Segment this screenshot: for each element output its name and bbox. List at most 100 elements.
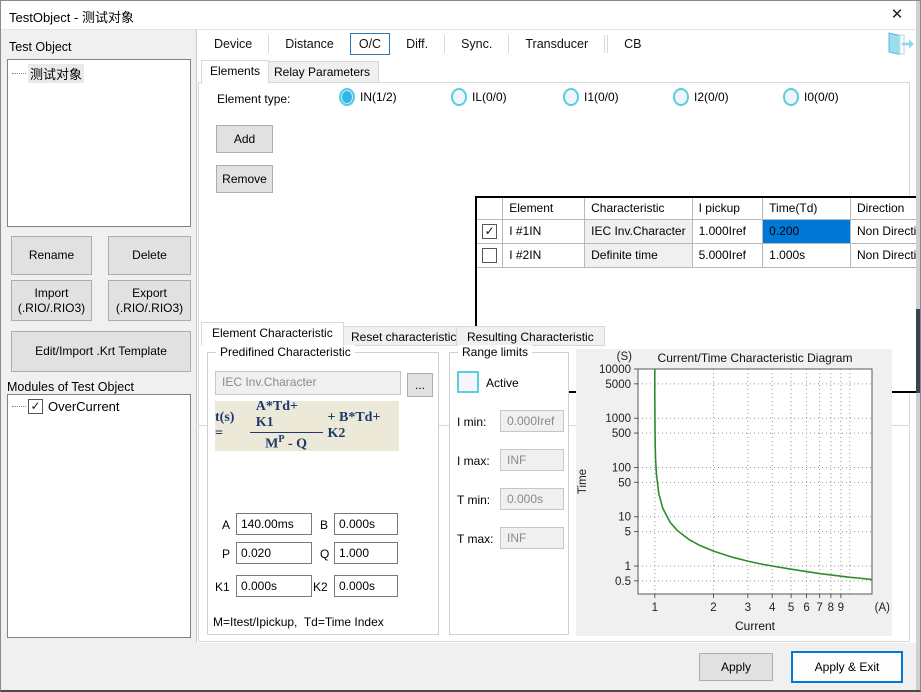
svg-text:5: 5 (625, 527, 631, 539)
row1-direction[interactable]: Non Directional (850, 219, 921, 243)
testobject-dialog: TestObject - 测试对象 ✕ Test Object 测试对象 Ren… (0, 0, 921, 692)
tab-reset-characteristic[interactable]: Reset characteristic (340, 326, 467, 346)
header-i-pickup: I pickup (692, 198, 763, 219)
row1-element[interactable]: I #1IN (503, 219, 585, 243)
header-element: Element (503, 198, 585, 219)
tab-sync[interactable]: Sync. (455, 33, 498, 55)
param-k1-input[interactable] (236, 575, 312, 597)
table-header-row: Element Characteristic I pickup Time(Td)… (477, 198, 921, 219)
row2-characteristic[interactable]: Definite time (585, 243, 692, 267)
browse-characteristic-button[interactable]: ... (407, 373, 433, 397)
tree-item-test-object[interactable]: 测试对象 (8, 60, 190, 83)
delete-button[interactable]: Delete (108, 236, 191, 275)
header-select (477, 198, 503, 219)
table-row[interactable]: I #2IN Definite time 5.000Iref 1.000s No… (477, 243, 921, 267)
row1-time-td[interactable]: 0.200 (763, 219, 851, 243)
svg-text:10000: 10000 (599, 364, 631, 376)
radio-in[interactable]: IN(1/2) (339, 88, 397, 106)
active-checkbox[interactable] (457, 371, 479, 393)
test-object-header: Test Object (9, 40, 72, 54)
param-p-input[interactable] (236, 542, 312, 564)
param-k2-input[interactable] (334, 575, 398, 597)
overcurrent-label: OverCurrent (48, 399, 120, 414)
predefined-characteristic-title: Predifined Characteristic (216, 345, 355, 359)
radio-i0-icon (783, 88, 799, 106)
tab-elements[interactable]: Elements (201, 60, 269, 84)
param-k1-label: K1 (215, 580, 230, 594)
formula-note: M=Itest/Ipickup, Td=Time Index (213, 615, 384, 629)
remove-button[interactable]: Remove (216, 165, 273, 193)
tab-resulting-characteristic[interactable]: Resulting Characteristic (456, 326, 605, 346)
close-icon[interactable]: ✕ (886, 5, 908, 25)
row2-time-td[interactable]: 1.000s (763, 243, 851, 267)
radio-i0[interactable]: I0(0/0) (783, 88, 839, 106)
current-time-characteristic-chart: 10000500010005001005010510.5123456789Cur… (576, 349, 892, 636)
tab-separator (604, 35, 605, 53)
formula-denominator: MP - Q (265, 433, 307, 453)
title-bar: TestObject - 测试对象 ✕ (1, 1, 921, 29)
param-b-input[interactable] (334, 513, 398, 535)
row1-characteristic[interactable]: IEC Inv.Character (585, 219, 692, 243)
radio-il-icon (451, 88, 467, 106)
tree-item-overcurrent[interactable]: ✓ OverCurrent (8, 395, 190, 414)
param-a-input[interactable] (236, 513, 312, 535)
tab-device[interactable]: Device (208, 33, 258, 55)
tab-separator (607, 35, 608, 53)
apply-button[interactable]: Apply (699, 653, 773, 681)
radio-i2-icon (673, 88, 689, 106)
exit-icon[interactable] (885, 31, 915, 57)
tab-element-characteristic[interactable]: Element Characteristic (201, 322, 344, 346)
overcurrent-checkbox[interactable]: ✓ (28, 399, 43, 414)
i-max-label: I max: (457, 454, 490, 468)
svg-text:Time: Time (577, 469, 589, 494)
rename-button[interactable]: Rename (11, 236, 92, 275)
import-rio-button[interactable]: Import (.RIO/.RIO3) (11, 280, 92, 321)
range-limits-title: Range limits (458, 345, 532, 359)
apply-exit-button[interactable]: Apply & Exit (791, 651, 903, 683)
modules-tree: ✓ OverCurrent (7, 394, 191, 638)
param-p-label: P (222, 547, 230, 561)
row2-checkbox[interactable] (482, 248, 497, 263)
svg-text:2: 2 (710, 602, 716, 614)
edit-import-krt-template-button[interactable]: Edit/Import .Krt Template (11, 331, 191, 372)
formula-fraction: A*Td+ K1 MP - Q (250, 399, 323, 453)
svg-text:Current/Time Characteristic Di: Current/Time Characteristic Diagram (658, 351, 853, 365)
t-min-label: T min: (457, 493, 490, 507)
range-limits-group: Range limits Active I min: 0.000Iref I m… (449, 352, 569, 635)
tab-distance[interactable]: Distance (279, 33, 340, 55)
background-window-fragment (916, 309, 921, 393)
characteristic-formula: t(s) = A*Td+ K1 MP - Q + B*Td+ K2 (215, 401, 399, 451)
tab-diff[interactable]: Diff. (400, 33, 434, 55)
svg-text:3: 3 (745, 602, 751, 614)
add-button[interactable]: Add (216, 125, 273, 153)
characteristic-name-field: IEC Inv.Character (215, 371, 401, 395)
table-row[interactable]: ✓ I #1IN IEC Inv.Character 1.000Iref 0.2… (477, 219, 921, 243)
t-max-label: T max: (457, 532, 493, 546)
i-min-label: I min: (457, 415, 486, 429)
test-object-panel: Test Object 测试对象 Rename Delete Import (.… (1, 30, 197, 643)
tab-transducer[interactable]: Transducer (519, 33, 594, 55)
svg-text:5000: 5000 (605, 379, 631, 391)
param-q-input[interactable] (334, 542, 398, 564)
row1-i-pickup[interactable]: 1.000Iref (692, 219, 763, 243)
tab-relay-parameters[interactable]: Relay Parameters (265, 61, 379, 83)
param-a-label: A (222, 518, 230, 532)
export-rio-button[interactable]: Export (.RIO/.RIO3) (108, 280, 191, 321)
tab-oc[interactable]: O/C (350, 33, 390, 55)
tab-separator (508, 35, 509, 53)
radio-i2[interactable]: I2(0/0) (673, 88, 729, 106)
svg-text:50: 50 (618, 477, 631, 489)
i-min-field: 0.000Iref (500, 410, 564, 432)
radio-i1[interactable]: I1(0/0) (563, 88, 619, 106)
active-label: Active (486, 376, 519, 390)
row2-element[interactable]: I #2IN (503, 243, 585, 267)
radio-il[interactable]: IL(0/0) (451, 88, 507, 106)
tab-cb[interactable]: CB (618, 33, 647, 55)
row2-i-pickup[interactable]: 5.000Iref (692, 243, 763, 267)
param-b-label: B (320, 518, 328, 532)
row1-checkbox[interactable]: ✓ (482, 224, 497, 239)
tab-separator (444, 35, 445, 53)
radio-i0-label: I0(0/0) (804, 90, 839, 104)
row2-direction[interactable]: Non Directional (850, 243, 921, 267)
chart-canvas: 10000500010005001005010510.5123456789Cur… (576, 349, 892, 636)
